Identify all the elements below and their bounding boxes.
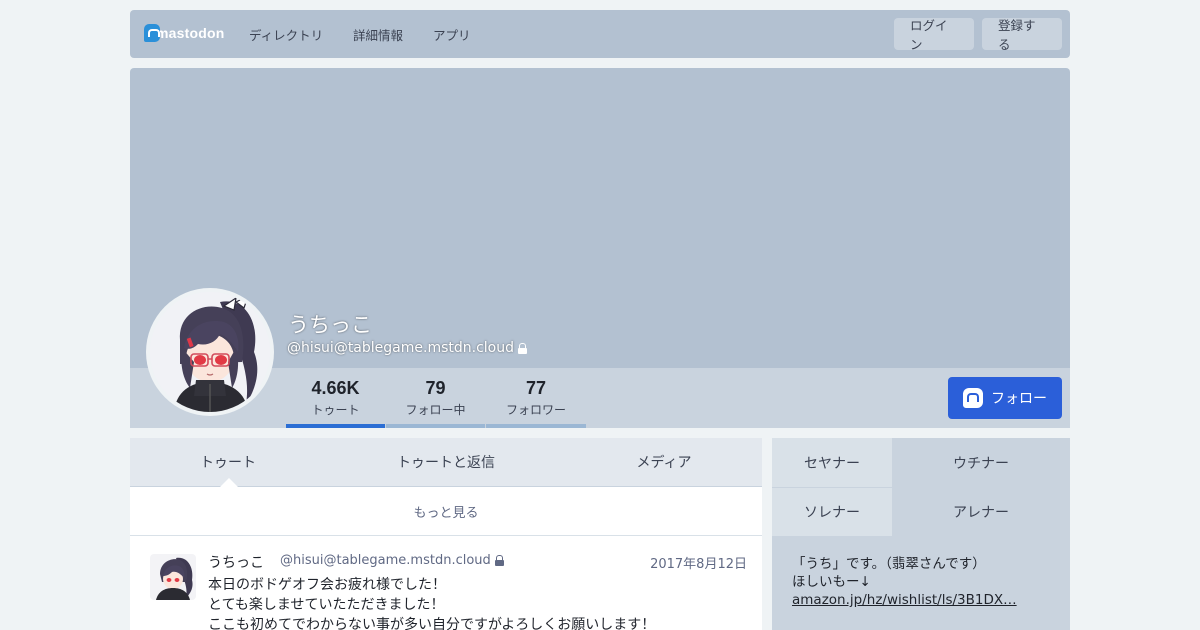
avatar-illustration: [150, 292, 270, 412]
status-timestamp[interactable]: 2017年8月12日: [650, 553, 747, 572]
stat-toots[interactable]: 4.66K トゥート: [286, 368, 385, 428]
nav-about-link[interactable]: 詳細情報: [353, 25, 403, 44]
stat-followers-count: 77: [525, 378, 547, 398]
status-item[interactable]: うちっこ @hisui@tablegame.mstdn.cloud 2017年8…: [130, 536, 762, 630]
stat-following[interactable]: 79 フォロー中: [386, 368, 485, 428]
mastodon-logo-icon: [144, 24, 160, 42]
bio-line: 「うち」です。（翡翠さんです）: [792, 556, 986, 572]
status-display-name[interactable]: うちっこ: [208, 552, 264, 572]
status-line: とても楽しませていたただきました！: [208, 597, 445, 613]
profile-avatar[interactable]: [146, 288, 274, 416]
profile-field-name: セヤナー: [772, 438, 892, 487]
load-more-button[interactable]: もっと見る: [130, 487, 762, 536]
follow-button-label: フォロー: [991, 391, 1047, 407]
profile-acct-text: @hisui@tablegame.mstdn.cloud: [287, 340, 514, 356]
bio-wishlist-link[interactable]: amazon.jp/hz/wishlist/ls/3B1DX…: [792, 592, 1017, 608]
stat-toots-count: 4.66K: [311, 378, 360, 398]
lock-icon: [494, 555, 504, 566]
status-content: 本日のボドゲオフ会お疲れ様でした！ とても楽しませていたただきました！ ここも初…: [208, 575, 655, 630]
profile-field-value: アレナー: [892, 488, 1070, 536]
profile-fields: セヤナー ウチナー ソレナー アレナー: [772, 438, 1070, 536]
status-line: 本日のボドゲオフ会お疲れ様でした！: [208, 577, 446, 593]
profile-field-value: ウチナー: [892, 438, 1070, 487]
tab-media[interactable]: メディア: [566, 438, 762, 486]
bio-line: ほしいもー↓: [792, 574, 871, 590]
status-line: ここも初めてでわからない事が多い自分ですがよろしくお願いします！: [208, 617, 656, 630]
nav-directory-link[interactable]: ディレクトリ: [249, 25, 323, 44]
active-tab-indicator: [220, 478, 238, 487]
stat-toots-underline: [286, 424, 385, 428]
mastodon-icon: [963, 388, 983, 408]
stat-followers[interactable]: 77 フォロワー: [486, 368, 586, 428]
status-avatar-image: [150, 554, 196, 600]
profile-stats-bar: [130, 368, 1070, 428]
stat-followers-label: フォロワー: [505, 403, 566, 417]
stat-following-count: 79: [425, 378, 446, 398]
status-avatar[interactable]: [150, 554, 196, 600]
avatar-character-image: [150, 292, 270, 412]
status-account: @hisui@tablegame.mstdn.cloud: [280, 553, 504, 568]
top-navigation: mastodon ディレクトリ 詳細情報 アプリ ログイン 登録する: [130, 10, 1070, 58]
profile-bio: 「うち」です。（翡翠さんです） ほしいもー↓ amazon.jp/hz/wish…: [772, 536, 1070, 630]
mastodon-logo[interactable]: mastodon: [144, 24, 225, 42]
stat-following-label: フォロー中: [405, 403, 466, 417]
stat-following-underline: [386, 424, 485, 428]
login-button[interactable]: ログイン: [894, 18, 974, 52]
profile-header-image: [130, 68, 1070, 368]
tab-toots-and-replies[interactable]: トゥートと返信: [326, 438, 566, 486]
profile-field-row: セヤナー ウチナー: [772, 438, 1070, 487]
profile-field-name: ソレナー: [772, 488, 892, 536]
lock-icon: [518, 342, 527, 354]
follow-button[interactable]: フォロー: [948, 377, 1062, 419]
nav-apps-link[interactable]: アプリ: [433, 25, 471, 44]
profile-field-row: ソレナー アレナー: [772, 487, 1070, 536]
logo-text: mastodon: [156, 25, 225, 41]
profile-account-handle: @hisui@tablegame.mstdn.cloud: [287, 340, 527, 356]
status-acct-text: @hisui@tablegame.mstdn.cloud: [280, 553, 491, 568]
stat-followers-underline: [486, 424, 586, 428]
profile-display-name: うちっこ: [288, 313, 372, 337]
stat-toots-label: トゥート: [311, 403, 360, 417]
signup-button[interactable]: 登録する: [982, 18, 1062, 52]
